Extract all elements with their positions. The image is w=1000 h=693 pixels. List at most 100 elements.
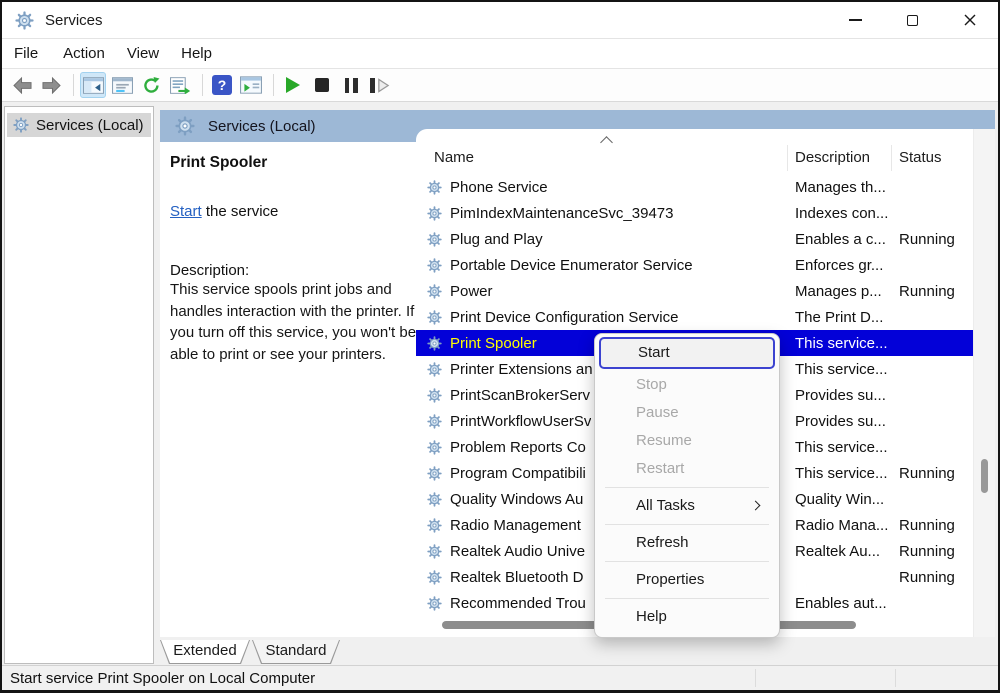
- console-tree-panel: Services (Local): [4, 106, 154, 664]
- submenu-chevron-icon: [751, 501, 761, 511]
- export-list-button[interactable]: [167, 72, 193, 98]
- context-menu-item-refresh[interactable]: Refresh: [595, 529, 779, 557]
- menu-separator: [605, 524, 769, 525]
- menu-bar: FileActionViewHelp: [2, 39, 998, 69]
- close-button[interactable]: [941, 2, 998, 38]
- service-name: Radio Management: [450, 517, 581, 534]
- resume-service-button[interactable]: [367, 72, 393, 98]
- context-menu-item-all-tasks[interactable]: All Tasks: [595, 492, 779, 520]
- forward-button[interactable]: [38, 72, 64, 98]
- service-gear-icon: [427, 388, 442, 403]
- services-gear-icon: [13, 117, 29, 133]
- service-gear-icon: [427, 518, 442, 533]
- service-description-cell: Manages th...: [795, 179, 886, 196]
- toolbar-separator: [273, 74, 274, 96]
- service-gear-icon: [427, 336, 442, 351]
- help-icon: ?: [212, 75, 232, 95]
- service-description-cell: Enables a c...: [795, 231, 886, 248]
- tab-extended[interactable]: Extended: [160, 640, 250, 664]
- status-bar-divider: [895, 669, 896, 687]
- context-menu-item-properties[interactable]: Properties: [595, 566, 779, 594]
- back-icon: [12, 76, 33, 95]
- maximize-button[interactable]: [884, 2, 941, 38]
- table-row[interactable]: Print Device Configuration ServiceThe Pr…: [416, 304, 973, 330]
- service-description-cell: Enforces gr...: [795, 257, 883, 274]
- action-line-rest: the service: [202, 203, 279, 220]
- service-name: PrintScanBrokerServ: [450, 387, 590, 404]
- sidebar-item-services-local[interactable]: Services (Local): [7, 113, 151, 137]
- column-header-description[interactable]: Description: [795, 149, 870, 166]
- results-pane: Services (Local) Print Spooler Start the…: [155, 102, 996, 666]
- tree-item-label: Services (Local): [36, 117, 144, 134]
- vertical-scrollbar[interactable]: [973, 129, 995, 637]
- service-status-cell: Running: [899, 465, 955, 482]
- menu-item-label: Pause: [636, 404, 679, 421]
- title-bar: Services: [2, 2, 998, 39]
- resume-service-icon: [370, 78, 390, 93]
- status-bar: Start service Print Spooler on Local Com…: [2, 665, 998, 690]
- service-status-cell: Running: [899, 283, 955, 300]
- start-service-icon: [286, 77, 300, 93]
- help-toolbar-button[interactable]: ?: [209, 72, 235, 98]
- view-tabs: Extended Standard: [155, 637, 996, 666]
- service-gear-icon: [427, 362, 442, 377]
- refresh-icon: [142, 76, 161, 95]
- console-tree-icon: [83, 77, 104, 94]
- menu-item-help[interactable]: Help: [170, 42, 223, 65]
- pause-service-icon: [345, 78, 358, 93]
- menu-item-view[interactable]: View: [116, 42, 170, 65]
- column-header-status[interactable]: Status: [899, 149, 942, 166]
- service-gear-icon: [427, 414, 442, 429]
- extended-description-pane: Print Spooler Start the service Descript…: [160, 142, 416, 637]
- service-description-cell: Quality Win...: [795, 491, 884, 508]
- stop-service-button[interactable]: [309, 72, 335, 98]
- service-gear-icon: [427, 206, 442, 221]
- service-description-cell: Realtek Au...: [795, 543, 880, 560]
- service-name: Problem Reports Co: [450, 439, 586, 456]
- properties-toolbar-button[interactable]: [109, 72, 135, 98]
- service-name: Phone Service: [450, 179, 548, 196]
- table-row[interactable]: Plug and PlayEnables a c...Running: [416, 226, 973, 252]
- service-name: Print Device Configuration Service: [450, 309, 678, 326]
- service-description-cell: This service...: [795, 465, 888, 482]
- action-pane-icon: [240, 76, 262, 94]
- column-header-name[interactable]: Name: [434, 149, 474, 166]
- back-button[interactable]: [9, 72, 35, 98]
- tab-extended-label: Extended: [161, 640, 249, 663]
- service-name: Quality Windows Au: [450, 491, 583, 508]
- table-row[interactable]: PowerManages p...Running: [416, 278, 973, 304]
- context-menu-item-pause: Pause: [595, 399, 779, 427]
- pause-service-button[interactable]: [338, 72, 364, 98]
- toolbar-separator: [73, 74, 74, 96]
- service-gear-icon: [427, 180, 442, 195]
- tab-standard[interactable]: Standard: [252, 640, 340, 664]
- service-name: Realtek Audio Unive: [450, 543, 585, 560]
- table-row[interactable]: PimIndexMaintenanceSvc_39473Indexes con.…: [416, 200, 973, 226]
- service-description-cell: Enables aut...: [795, 595, 887, 612]
- service-gear-icon: [427, 284, 442, 299]
- table-row[interactable]: Portable Device Enumerator ServiceEnforc…: [416, 252, 973, 278]
- minimize-button[interactable]: [827, 2, 884, 38]
- menu-item-file[interactable]: File: [14, 42, 52, 65]
- service-gear-icon: [427, 544, 442, 559]
- vertical-scrollbar-thumb[interactable]: [981, 459, 988, 493]
- pane-header-title: Services (Local): [208, 118, 316, 135]
- service-name: Plug and Play: [450, 231, 543, 248]
- refresh-toolbar-button[interactable]: [138, 72, 164, 98]
- context-menu-item-start[interactable]: Start: [599, 337, 775, 369]
- service-description-cell: Provides su...: [795, 413, 886, 430]
- service-name: PrintWorkflowUserSv: [450, 413, 591, 430]
- show-console-tree-button[interactable]: [80, 72, 106, 98]
- show-action-pane-button[interactable]: [238, 72, 264, 98]
- service-gear-icon: [427, 232, 442, 247]
- service-name: Program Compatibili: [450, 465, 586, 482]
- table-row[interactable]: Phone Service Manages th...: [416, 174, 973, 200]
- menu-separator: [605, 561, 769, 562]
- service-gear-icon: [427, 258, 442, 273]
- start-service-button[interactable]: [280, 72, 306, 98]
- start-service-link[interactable]: Start: [170, 203, 202, 220]
- menu-item-action[interactable]: Action: [52, 42, 116, 65]
- toolbar-separator: [202, 74, 203, 96]
- context-menu-item-help[interactable]: Help: [595, 603, 779, 631]
- service-name: PimIndexMaintenanceSvc_39473: [450, 205, 673, 222]
